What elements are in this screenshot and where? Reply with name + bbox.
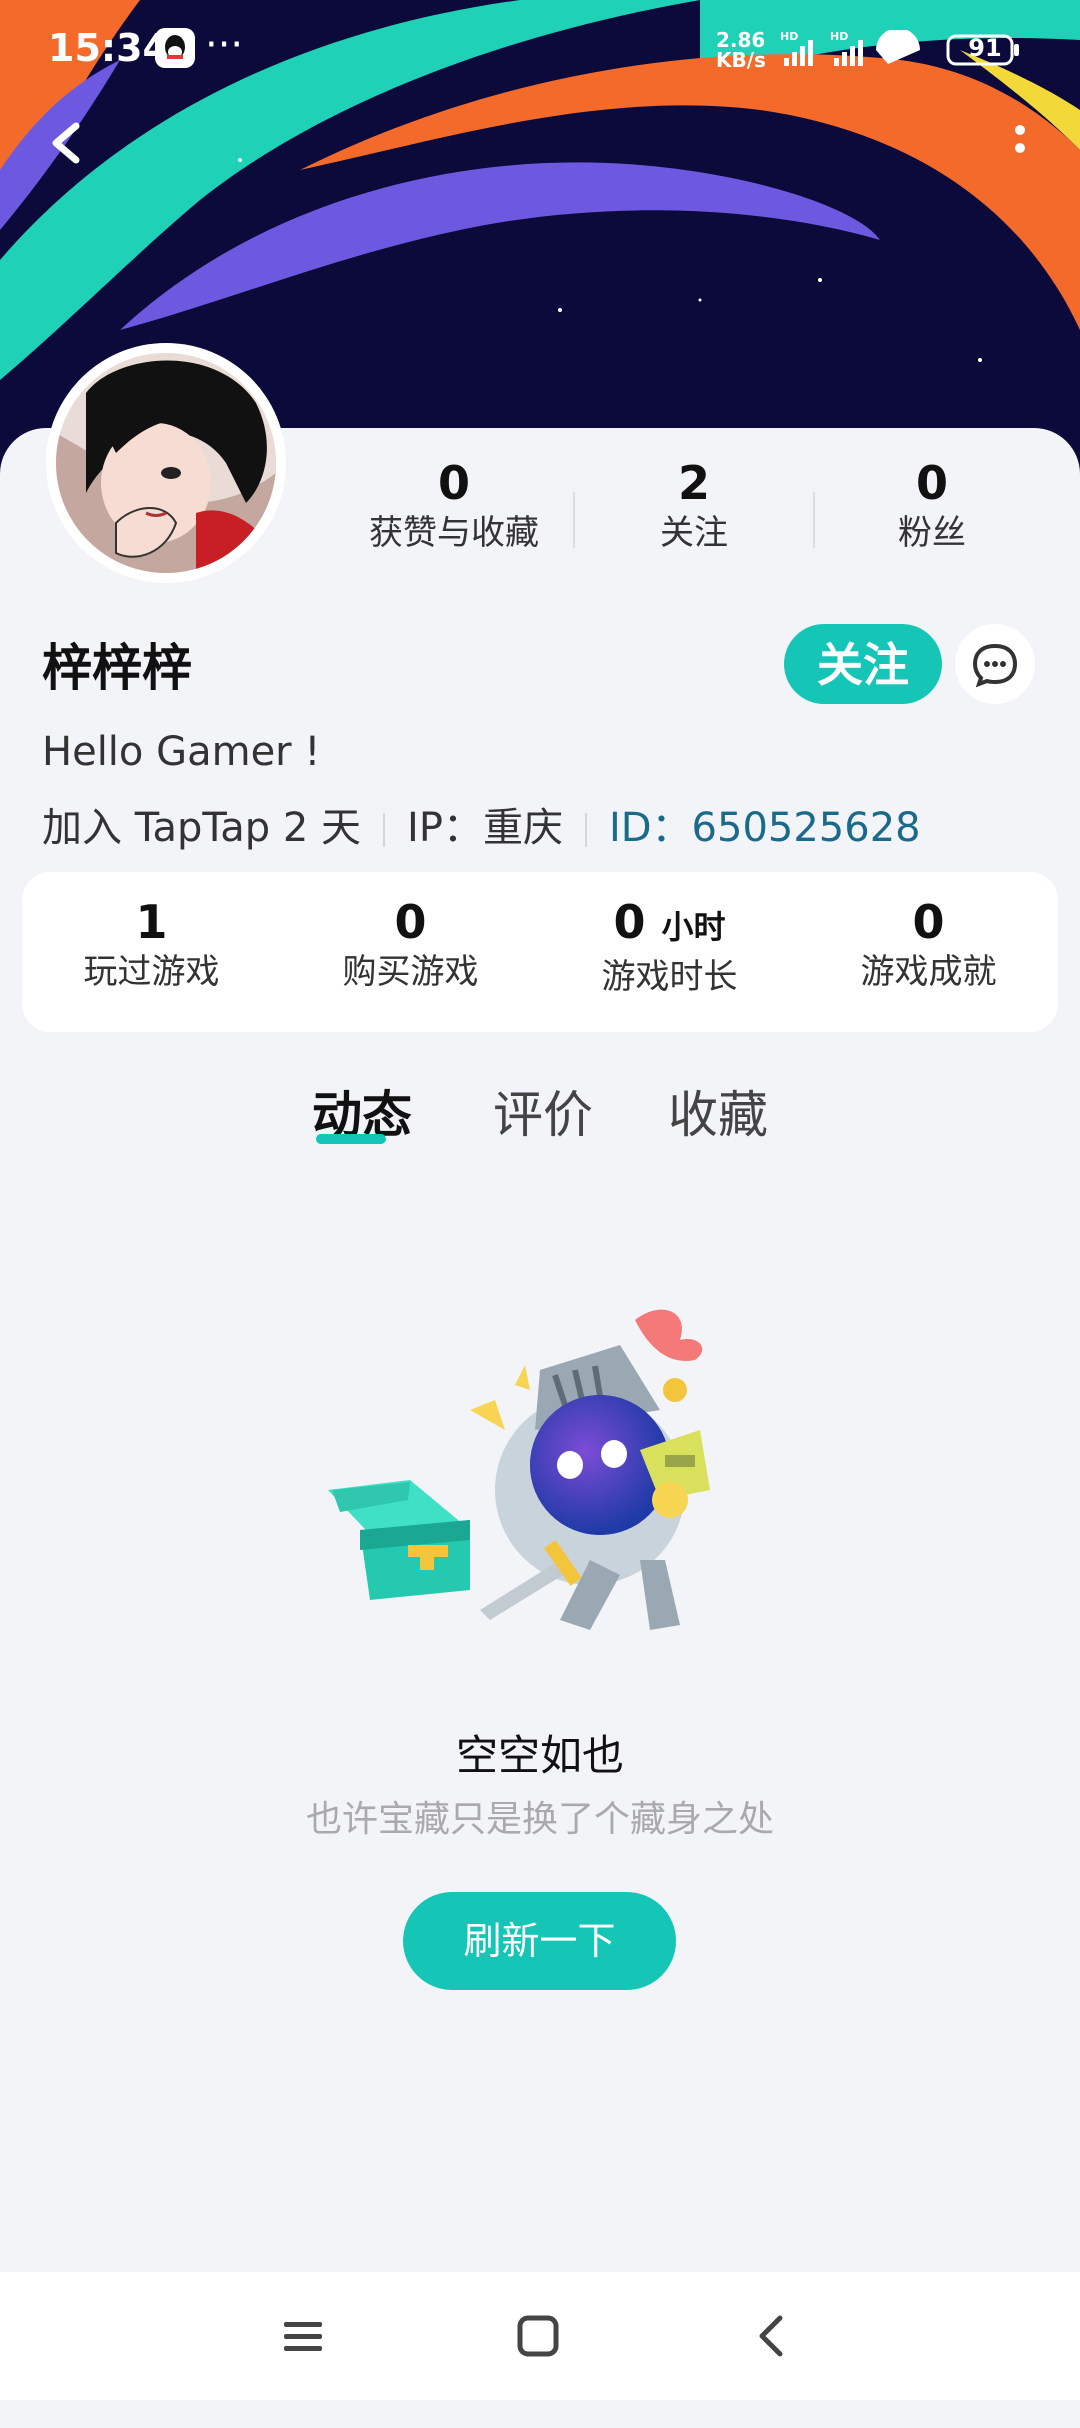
tab-favorites[interactable]: 收藏	[668, 1075, 768, 1147]
tab-reviews[interactable]: 评价	[493, 1075, 593, 1147]
stat-followers-value: 0	[915, 456, 948, 510]
divider	[584, 813, 587, 847]
battery-level: 91	[968, 34, 1002, 62]
follow-button[interactable]: 关注	[784, 624, 942, 704]
stat-achievements[interactable]: 0 游戏成就	[799, 894, 1058, 994]
empty-state-subtitle: 也许宝藏只是换了个藏身之处	[305, 1799, 774, 1840]
play-time-label: 游戏时长	[601, 957, 738, 997]
svg-text:HD: HD	[780, 30, 798, 43]
ip-location: IP：重庆	[407, 805, 563, 851]
signal-wifi-icons: HD HD	[780, 28, 1070, 70]
achievements-value: 0	[912, 895, 945, 949]
divider	[813, 492, 815, 548]
game-stats-panel: 1 玩过游戏 0 购买游戏 0 小时 游戏时长 0 游戏成就	[22, 872, 1058, 1032]
empty-state-illustration	[320, 1290, 790, 1650]
stat-followers[interactable]: 0 粉丝	[832, 455, 1032, 555]
stat-games-bought[interactable]: 0 购买游戏	[281, 894, 540, 994]
divider	[383, 813, 386, 847]
menu-icon	[284, 2322, 322, 2351]
joined-days: 加入 TapTap 2 天	[42, 805, 362, 851]
achievements-label: 游戏成就	[860, 952, 997, 992]
avatar[interactable]	[46, 343, 286, 583]
avatar-image	[56, 353, 276, 573]
stat-likes[interactable]: 0 获赞与收藏	[354, 455, 554, 555]
user-id[interactable]: ID：650525628	[609, 805, 921, 851]
divider	[573, 492, 575, 548]
tab-indicator	[316, 1134, 386, 1144]
recent-apps-button[interactable]	[274, 2306, 334, 2366]
stat-games-played[interactable]: 1 玩过游戏	[22, 894, 281, 994]
stat-following-label: 关注	[660, 513, 728, 553]
qq-notification-icon	[155, 28, 195, 68]
message-button[interactable]	[955, 624, 1035, 704]
stat-followers-label: 粉丝	[898, 513, 966, 553]
username: 梓梓梓	[42, 639, 192, 697]
empty-state-title: 空空如也	[455, 1731, 624, 1780]
play-time-unit: 小时	[661, 908, 726, 946]
games-bought-label: 购买游戏	[342, 952, 479, 992]
play-time-value: 0 小时	[613, 895, 726, 949]
home-button[interactable]	[508, 2306, 568, 2366]
profile-meta: 加入 TapTap 2 天 IP：重庆 ID：650525628	[42, 795, 921, 853]
games-played-label: 玩过游戏	[83, 952, 220, 992]
chevron-left-icon	[759, 2315, 783, 2357]
more-options-button[interactable]	[1000, 118, 1040, 168]
speed-unit: KB/s	[716, 48, 766, 72]
system-navigation-bar	[0, 2272, 1080, 2400]
bio: Hello Gamer !	[42, 729, 321, 775]
stat-following[interactable]: 2 关注	[594, 455, 794, 555]
stat-likes-value: 0	[437, 456, 470, 510]
stat-play-time[interactable]: 0 小时 游戏时长	[540, 894, 799, 999]
status-bar: 15:34 ··· 2.86 KB/s HD HD 91	[0, 0, 1080, 100]
home-square-icon	[517, 2315, 559, 2357]
svg-text:HD: HD	[830, 30, 848, 43]
speed-value: 2.86	[716, 28, 766, 52]
stat-likes-label: 获赞与收藏	[369, 513, 539, 553]
games-bought-value: 0	[394, 895, 427, 949]
games-played-value: 1	[135, 895, 168, 949]
vertical-dots-icon	[1015, 125, 1025, 153]
status-time: 15:34	[48, 26, 169, 70]
more-notifications-icon: ···	[205, 22, 244, 68]
system-back-button[interactable]	[742, 2306, 802, 2366]
back-button[interactable]	[38, 108, 98, 178]
stat-following-value: 2	[677, 456, 710, 510]
chat-bubble-icon	[972, 643, 1018, 688]
profile-tabs: 动态 评价 收藏	[0, 1075, 1080, 1155]
chevron-left-icon	[52, 122, 80, 164]
refresh-button[interactable]: 刷新一下	[403, 1892, 676, 1990]
network-speed: 2.86 KB/s	[716, 30, 766, 70]
